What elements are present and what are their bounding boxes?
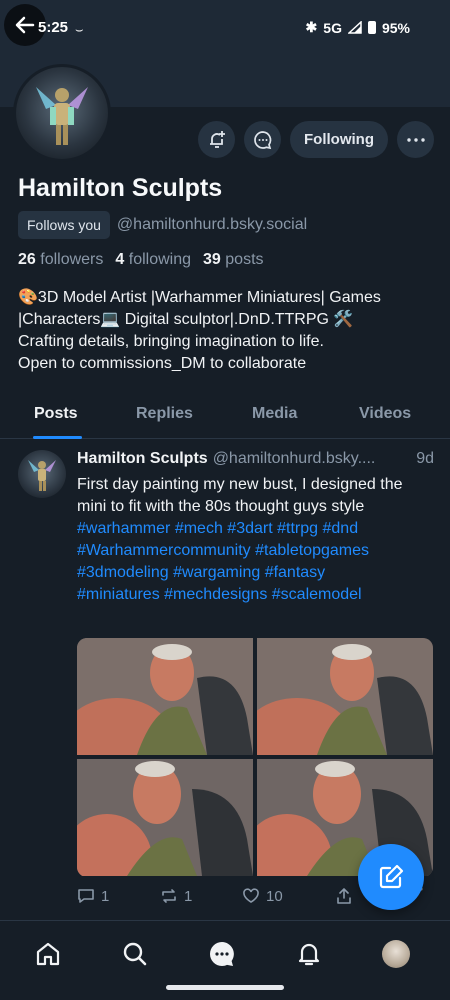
profile-actions: Following [198,121,434,158]
user-avatar [382,940,410,968]
share-button[interactable] [335,887,353,905]
ellipsis-icon [406,137,425,142]
edit-icon [379,864,404,889]
profile-bio: 🎨3D Model Artist |Warhammer Miniatures| … [18,287,438,375]
post-author[interactable]: Hamilton Sculpts [77,450,208,468]
hashtag[interactable]: #3dmodeling [77,564,169,581]
reply-button[interactable]: 1 [77,887,109,905]
tab-videos[interactable]: Videos [359,405,411,423]
hashtag[interactable]: #mechdesigns [164,586,267,603]
post-text: First day painting my new bust, I design… [77,476,403,515]
hashtag[interactable]: #warhammer [77,520,170,537]
nav-search[interactable] [118,937,152,971]
notify-button[interactable] [198,121,236,158]
signal-icon [347,21,362,34]
following-button[interactable]: Following [290,121,388,158]
followers-stat[interactable]: 26 followers [18,251,103,269]
hashtag[interactable]: #Warhammercommunity [77,542,251,559]
hashtag[interactable]: #dnd [323,520,359,537]
bio-line: 🎨3D Model Artist |Warhammer Miniatures| … [18,289,381,306]
post-image[interactable] [257,638,433,755]
post-header: Hamilton Sculpts @hamiltonhurd.bsky.... … [77,450,437,468]
post-time: 9d [416,450,434,467]
post-handle[interactable]: @hamiltonhurd.bsky.... [213,450,376,468]
post-image[interactable] [77,638,253,755]
chat-bubble-icon [253,130,271,149]
bio-line: Open to commissions_DM to collaborate [18,355,307,372]
tab-replies[interactable]: Replies [136,405,193,423]
profile-stats: 26 followers 4 following 39 posts [18,251,264,269]
hashtag[interactable]: #wargaming [173,564,260,581]
arrow-left-icon [15,16,35,34]
home-indicator [166,985,284,990]
nav-chat[interactable] [205,937,239,971]
active-tab-indicator [33,436,82,439]
status-time: 5:25 [38,19,69,36]
follows-you-badge: Follows you [18,211,110,239]
post-author-avatar[interactable] [18,450,66,498]
profile-name: Hamilton Sculpts [18,174,223,202]
bio-line: Crafting details, bringing imagination t… [18,333,324,350]
reply-count: 1 [101,887,110,905]
battery-icon [367,21,376,34]
hashtag[interactable]: #3dart [227,520,272,537]
handle-row: Follows you @hamiltonhurd.bsky.social [18,211,307,239]
more-options-button[interactable] [397,121,434,158]
hashtag[interactable]: #ttrpg [277,520,318,537]
heart-icon [243,888,259,903]
profile-avatar[interactable] [13,64,111,162]
hashtag[interactable]: #scalemodel [272,586,362,603]
bluetooth-icon: ✱ [305,19,318,35]
posts-stat: 39 posts [203,251,264,268]
search-icon [123,942,147,966]
profile-handle: @hamiltonhurd.bsky.social [116,216,308,233]
post-image[interactable] [77,759,253,876]
hashtag[interactable]: #mech [175,520,223,537]
post-hashtags: #warhammer #mech #3dart #ttrpg #dnd #War… [77,518,432,606]
bio-line: |Characters💻 Digital sculptor|.DnD.TTRPG… [18,311,354,328]
repost-count: 1 [184,887,193,905]
reply-icon [78,889,94,903]
nav-notifications[interactable] [292,937,326,971]
tab-media[interactable]: Media [252,405,297,423]
message-button[interactable] [244,121,282,158]
like-count: 10 [266,887,283,905]
repost-button[interactable]: 1 [160,887,192,905]
repost-icon [162,889,176,903]
nav-home[interactable] [31,937,65,971]
compose-button[interactable] [358,844,424,910]
chat-bubble-icon [210,942,234,966]
network-label: 5G [323,19,342,36]
profile-tabs: Posts Replies Media Videos [0,393,450,439]
status-bar: 5:25 ⌣ ✱ 5G 95% [0,4,450,46]
home-icon [36,942,60,966]
bell-plus-icon [209,130,225,148]
link-icon: ⌣ [75,22,84,37]
like-button[interactable]: 10 [242,887,283,905]
hashtag[interactable]: #tabletopgames [255,542,369,559]
following-stat[interactable]: 4 following [115,251,191,269]
share-icon [337,888,351,904]
post-image-grid [77,638,433,877]
nav-profile[interactable] [379,937,413,971]
hashtag[interactable]: #fantasy [265,564,325,581]
bell-icon [298,943,320,966]
tab-posts[interactable]: Posts [34,405,78,423]
post-body: First day painting my new bust, I design… [77,474,432,606]
hashtag[interactable]: #miniatures [77,586,160,603]
battery-level: 95% [381,19,410,36]
